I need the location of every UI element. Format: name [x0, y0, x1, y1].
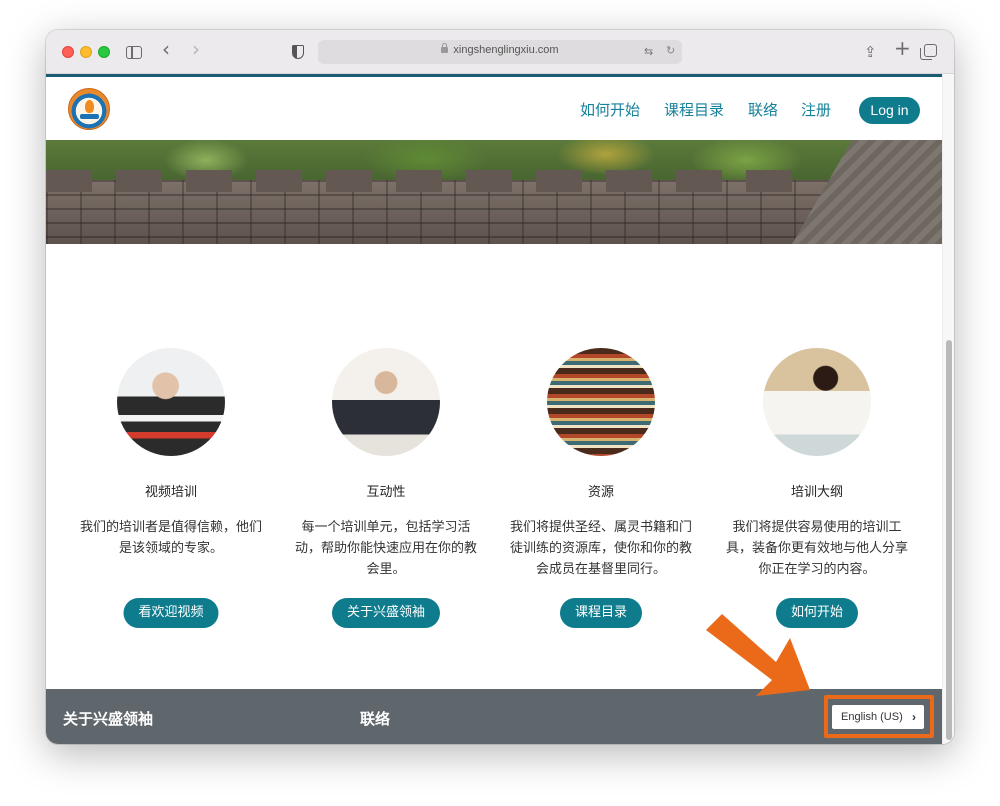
footer-link-about[interactable]: 关于兴盛领袖	[63, 708, 153, 729]
feature-title: 视频培训	[144, 485, 197, 500]
feature-description: 我们将提供容易使用的培训工具，装备你更有效地与他人分享你正在学习的内容。	[725, 520, 908, 577]
feature-description: 我们将提供圣经、属灵书籍和门徒训练的资源库，使你和你的教会成员在基督里同行。	[509, 520, 692, 577]
new-tab-icon[interactable]: +	[894, 38, 911, 58]
forward-icon[interactable]: ›	[192, 39, 200, 59]
browser-toolbar: ‹ › xingshenglingxiu.com ⇆ ↻ ⇪ +	[46, 30, 954, 74]
feature-photo	[547, 348, 655, 456]
close-window-button[interactable]	[62, 46, 74, 58]
site-footer: 关于兴盛领袖 联络 English (US) ›	[46, 689, 942, 744]
nav-link-get-started[interactable]: 如何开始	[580, 101, 640, 119]
feature-description: 每一个培训单元，包括学习活动，帮助你能快速应用在你的教会里。	[294, 520, 477, 577]
feature-interactivity: 互动性 每一个培训单元，包括学习活动，帮助你能快速应用在你的教会里。 关于兴盛领…	[286, 348, 486, 628]
language-label: English (US)	[841, 711, 903, 723]
share-icon[interactable]: ⇪	[864, 42, 877, 62]
nav-link-course-catalog[interactable]: 课程目录	[664, 101, 724, 119]
language-selector-button[interactable]: English (US) ›	[832, 705, 924, 729]
course-catalog-button[interactable]: 课程目录	[559, 598, 643, 628]
browser-window: ‹ › xingshenglingxiu.com ⇆ ↻ ⇪ + 如何开始 课程…	[46, 30, 954, 744]
feature-photo	[332, 348, 440, 456]
shield-icon[interactable]	[292, 45, 304, 59]
watch-welcome-video-button[interactable]: 看欢迎视频	[123, 598, 219, 628]
url-text-container: xingshenglingxiu.com	[318, 43, 682, 56]
address-bar[interactable]: xingshenglingxiu.com ⇆ ↻	[318, 40, 682, 64]
nav-link-register[interactable]: 注册	[801, 101, 831, 119]
feature-video-training: 视频培训 我们的培训者是值得信赖，他们是该领域的专家。 看欢迎视频	[71, 348, 271, 628]
page-scrollbar[interactable]	[942, 74, 954, 744]
feature-training-outline: 培训大纲 我们将提供容易使用的培训工具，装备你更有效地与他人分享你正在学习的内容…	[717, 348, 917, 628]
feature-photo	[117, 348, 225, 456]
url-text: xingshenglingxiu.com	[453, 44, 559, 56]
chevron-right-icon: ›	[912, 710, 916, 724]
login-button[interactable]: Log in	[859, 97, 920, 124]
lock-icon	[441, 43, 449, 53]
nav-link-contact[interactable]: 联络	[748, 101, 778, 119]
feature-description: 我们的培训者是值得信赖，他们是该领域的专家。	[79, 520, 262, 556]
minimize-window-button[interactable]	[80, 46, 92, 58]
sidebar-icon[interactable]	[126, 46, 142, 59]
feature-resources: 资源 我们将提供圣经、属灵书籍和门徒训练的资源库，使你和你的教会成员在基督里同行…	[501, 348, 701, 628]
hero-banner-image	[46, 140, 942, 244]
feature-photo	[763, 348, 871, 456]
scrollbar-thumb[interactable]	[946, 340, 952, 740]
get-started-button[interactable]: 如何开始	[775, 598, 859, 628]
footer-link-contact[interactable]: 联络	[360, 708, 390, 729]
site-logo[interactable]	[68, 88, 110, 130]
reload-icon[interactable]: ↻	[666, 44, 675, 57]
feature-title: 互动性	[366, 485, 406, 500]
back-icon[interactable]: ‹	[162, 39, 170, 59]
site-navbar: 如何开始 课程目录 联络 注册 Log in	[46, 77, 942, 140]
zoom-window-button[interactable]	[98, 46, 110, 58]
web-page: 如何开始 课程目录 联络 注册 Log in 视频培训 我们的培训者是值得信赖，…	[46, 74, 954, 744]
translate-icon[interactable]: ⇆	[644, 45, 653, 58]
about-button[interactable]: 关于兴盛领袖	[331, 598, 441, 628]
feature-title: 培训大纲	[790, 485, 843, 500]
feature-title: 资源	[587, 485, 614, 500]
tabs-overview-icon[interactable]	[920, 44, 937, 60]
